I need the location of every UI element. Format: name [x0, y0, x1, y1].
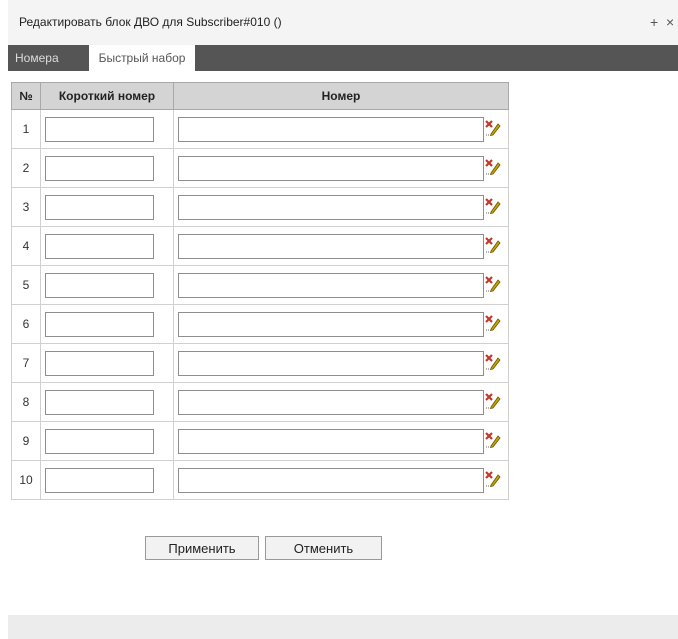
close-icon[interactable]: ×	[666, 14, 674, 30]
short-number-cell	[40, 187, 174, 227]
short-number-input[interactable]	[45, 389, 154, 415]
number-input[interactable]	[178, 116, 484, 142]
apply-button[interactable]: Применить	[145, 536, 259, 560]
short-number-input[interactable]	[45, 116, 154, 142]
short-number-input[interactable]	[45, 233, 154, 259]
table-row: 9	[11, 421, 509, 461]
short-number-cell	[40, 421, 174, 461]
table-row: 3	[11, 187, 509, 227]
short-number-input[interactable]	[45, 428, 154, 454]
number-input[interactable]	[178, 467, 484, 493]
clear-field-icon[interactable]	[484, 158, 502, 176]
number-cell	[173, 343, 509, 383]
clear-field-icon[interactable]	[484, 119, 502, 137]
table-header-row: № Короткий номер Номер	[11, 82, 509, 110]
clear-field-icon[interactable]	[484, 392, 502, 410]
number-cell	[173, 265, 509, 305]
short-number-cell	[40, 109, 174, 149]
dialog-titlebar: Редактировать блок ДВО для Subscriber#01…	[8, 0, 678, 45]
number-cell	[173, 304, 509, 344]
number-input[interactable]	[178, 155, 484, 181]
number-input[interactable]	[178, 272, 484, 298]
row-number: 5	[11, 265, 41, 305]
expand-icon[interactable]: +	[650, 14, 658, 30]
clear-field-icon[interactable]	[484, 197, 502, 215]
clear-field-icon[interactable]	[484, 431, 502, 449]
number-cell	[173, 421, 509, 461]
dialog-title: Редактировать блок ДВО для Subscriber#01…	[19, 15, 282, 29]
number-input[interactable]	[178, 350, 484, 376]
table-row: 10	[11, 460, 509, 500]
number-cell	[173, 187, 509, 227]
number-cell	[173, 382, 509, 422]
table-row: 4	[11, 226, 509, 266]
number-input[interactable]	[178, 428, 484, 454]
tab-speed-dial[interactable]: Быстрый набор	[89, 45, 195, 71]
table-row: 8	[11, 382, 509, 422]
short-number-input[interactable]	[45, 194, 154, 220]
row-number: 6	[11, 304, 41, 344]
table-row: 1	[11, 109, 509, 149]
row-number: 2	[11, 148, 41, 188]
number-cell	[173, 460, 509, 500]
speed-dial-table: № Короткий номер Номер 1 2 3 4 5 6 7 8 9 10	[11, 82, 509, 500]
short-number-input[interactable]	[45, 272, 154, 298]
cancel-button[interactable]: Отменить	[265, 536, 382, 560]
table-row: 7	[11, 343, 509, 383]
row-number: 7	[11, 343, 41, 383]
number-input[interactable]	[178, 311, 484, 337]
short-number-cell	[40, 148, 174, 188]
number-input[interactable]	[178, 233, 484, 259]
short-number-cell	[40, 460, 174, 500]
row-number: 10	[11, 460, 41, 500]
short-number-input[interactable]	[45, 467, 154, 493]
table-row: 6	[11, 304, 509, 344]
row-number: 1	[11, 109, 41, 149]
column-header-number: Номер	[173, 82, 509, 110]
short-number-input[interactable]	[45, 311, 154, 337]
row-number: 9	[11, 421, 41, 461]
number-input[interactable]	[178, 194, 484, 220]
column-header-short-number: Короткий номер	[40, 82, 174, 110]
short-number-cell	[40, 382, 174, 422]
short-number-cell	[40, 265, 174, 305]
row-number: 8	[11, 382, 41, 422]
short-number-cell	[40, 343, 174, 383]
number-cell	[173, 148, 509, 188]
tab-bar: Номера Быстрый набор	[8, 45, 678, 71]
table-row: 5	[11, 265, 509, 305]
column-header-num: №	[11, 82, 41, 110]
row-number: 3	[11, 187, 41, 227]
row-number: 4	[11, 226, 41, 266]
edit-vas-dialog: Редактировать блок ДВО для Subscriber#01…	[8, 0, 678, 639]
clear-field-icon[interactable]	[484, 470, 502, 488]
table-row: 2	[11, 148, 509, 188]
number-input[interactable]	[178, 389, 484, 415]
short-number-cell	[40, 304, 174, 344]
clear-field-icon[interactable]	[484, 275, 502, 293]
short-number-input[interactable]	[45, 350, 154, 376]
tab-numbers[interactable]: Номера	[8, 45, 66, 71]
dialog-footer	[8, 615, 678, 639]
clear-field-icon[interactable]	[484, 314, 502, 332]
number-cell	[173, 109, 509, 149]
short-number-cell	[40, 226, 174, 266]
short-number-input[interactable]	[45, 155, 154, 181]
clear-field-icon[interactable]	[484, 236, 502, 254]
clear-field-icon[interactable]	[484, 353, 502, 371]
number-cell	[173, 226, 509, 266]
